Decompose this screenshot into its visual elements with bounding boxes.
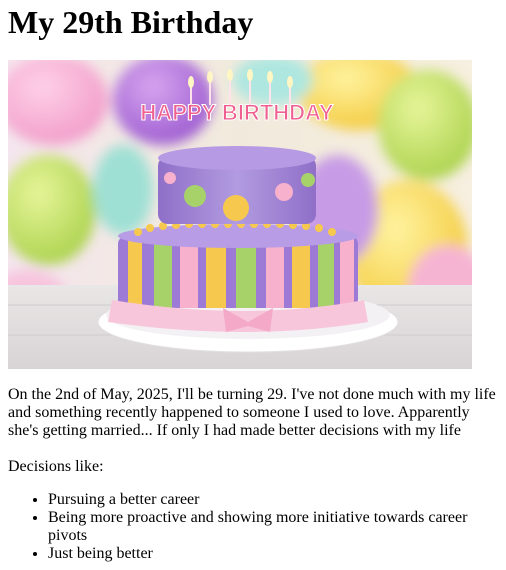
- page-title: My 29th Birthday: [8, 4, 254, 40]
- cake-topper-label: HAPPY BIRTHDAY: [140, 100, 333, 125]
- birthday-cake-image: HAPPY BIRTHDAY: [8, 60, 472, 369]
- page-content: My 29th Birthday HAPPY BIRTHDAY On the 2…: [0, 0, 506, 563]
- decisions-lead: Decisions like:: [8, 458, 104, 475]
- list-item: Just being better: [48, 545, 498, 563]
- list-item: Being more proactive and showing more in…: [48, 509, 498, 545]
- happy-birthday-topper: HAPPY BIRTHDAY: [140, 100, 334, 126]
- intro-paragraph: On the 2nd of May, 2025, I'll be turning…: [8, 386, 496, 439]
- decisions-list: Pursuing a better career Being more proa…: [8, 491, 498, 563]
- list-item: Pursuing a better career: [48, 491, 498, 509]
